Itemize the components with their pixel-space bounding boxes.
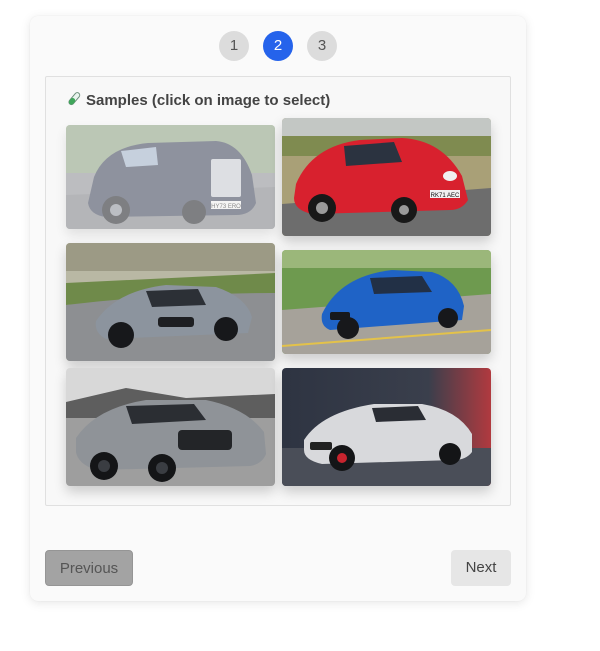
previous-button[interactable]: Previous xyxy=(45,550,133,586)
sample-image-audi-r8[interactable] xyxy=(66,243,275,361)
test-tube-icon xyxy=(66,91,84,111)
sample-image-porsche[interactable]: RK71 AEC xyxy=(282,118,491,236)
sample-image-toyota-supra[interactable] xyxy=(282,368,491,486)
plate-text: RK71 AEC xyxy=(431,193,460,199)
step-indicator: 1 2 3 xyxy=(30,31,526,61)
sample-image-audi-rs7[interactable] xyxy=(66,368,275,486)
sample-image-bmw-m5[interactable] xyxy=(282,250,491,354)
sample-image-rolls-royce[interactable]: HY73 ERO xyxy=(66,125,275,229)
step-1[interactable]: 1 xyxy=(219,31,249,61)
step-2[interactable]: 2 xyxy=(263,31,293,61)
samples-title: Samples (click on image to select) xyxy=(66,91,330,111)
samples-panel: Samples (click on image to select) HY73 … xyxy=(45,76,511,506)
wizard-card: 1 2 3 Samples (click on image to select) xyxy=(30,16,526,601)
samples-title-text: Samples (click on image to select) xyxy=(86,92,331,109)
plate-text: HY73 ERO xyxy=(211,204,241,210)
next-button[interactable]: Next xyxy=(451,550,511,586)
step-3[interactable]: 3 xyxy=(307,31,337,61)
